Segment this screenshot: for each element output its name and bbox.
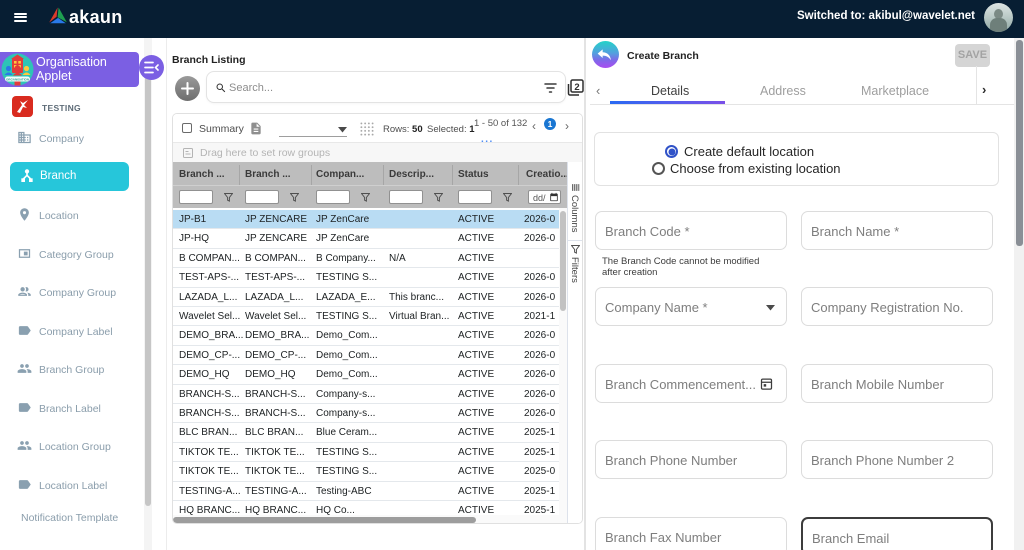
svg-text:ORGANISATION: ORGANISATION xyxy=(6,77,29,81)
svg-text:2: 2 xyxy=(574,82,579,93)
